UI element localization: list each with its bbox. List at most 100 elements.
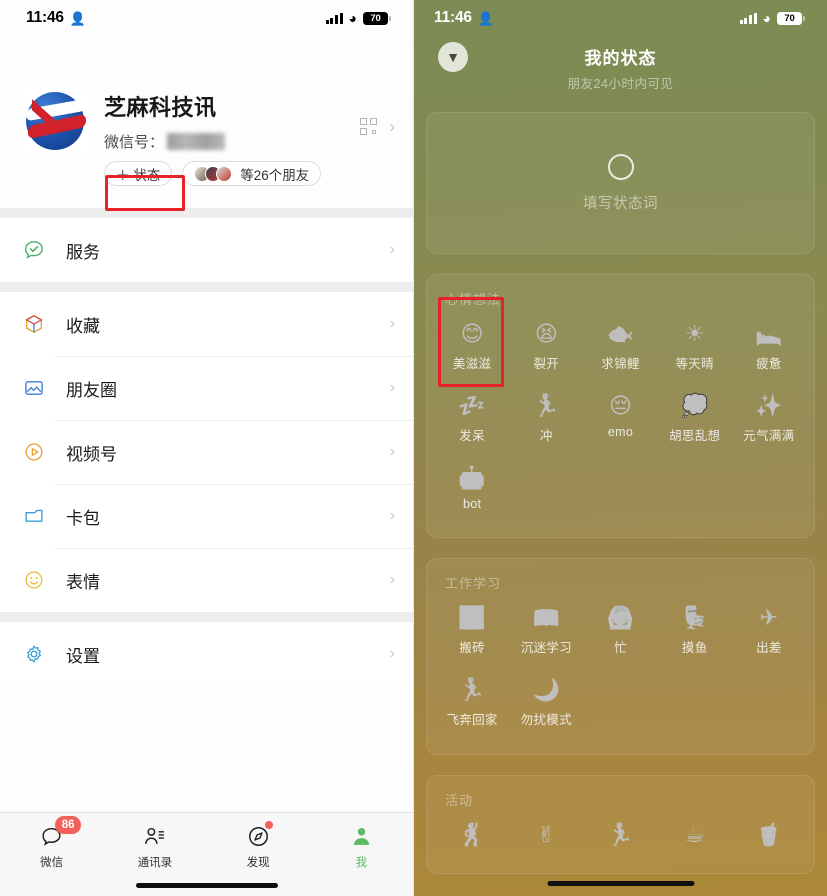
- section-mood: 心情想法 😊 美滋滋 😫 裂开 🐟 求锦鲤 ☀ 等天晴 🛌 疲惫 💤 发呆 🏃 …: [426, 274, 815, 538]
- status-option-label: 裂开: [533, 357, 560, 371]
- divider: [0, 612, 413, 622]
- me-person-icon: [349, 822, 374, 850]
- status-option-label: 疲惫: [756, 357, 782, 371]
- sidebar-item-label: 收藏: [66, 316, 100, 336]
- status-text-input[interactable]: 填写状态词: [426, 112, 815, 254]
- status-option-chenmixuexi[interactable]: 📖 沉迷学习: [509, 596, 583, 668]
- status-option-label: 飞奔回家: [446, 713, 498, 727]
- distressed-face-icon: 😫: [534, 321, 558, 346]
- brick-carrier-icon: 🧱: [458, 605, 486, 630]
- sidebar-item-services[interactable]: 服务 ›: [0, 218, 413, 282]
- sidebar-item-channels[interactable]: 视频号 ›: [0, 420, 413, 484]
- status-option-label: emo: [607, 425, 634, 439]
- status-option-emo[interactable]: 😔 emo: [583, 384, 657, 456]
- status-option-moyu[interactable]: 💺 摸鱼: [658, 596, 732, 668]
- status-option-chuchai[interactable]: ✈ 出差: [732, 596, 806, 668]
- status-option-mang[interactable]: 🙆 忙: [583, 596, 657, 668]
- menu-group-main: 收藏 › 朋友圈 › 视频号 › 卡包 › 表情 ›: [0, 292, 413, 612]
- profile-header[interactable]: 芝麻科技讯 微信号： p•••••shi ＋ 状态 等26个朋友: [0, 36, 413, 208]
- status-option-running[interactable]: 🏃: [583, 813, 657, 859]
- status-bar-time: 11:46: [26, 9, 64, 26]
- status-option-label: 搬砖: [459, 641, 485, 655]
- section-work: 工作学习 🧱 搬砖 📖 沉迷学习 🙆 忙 💺 摸鱼 ✈ 出差 🏃 飞奔回家 🌙 …: [426, 558, 815, 755]
- profile-wechat-id: 微信号： p•••••shi: [104, 131, 344, 152]
- profile-name: 芝麻科技讯: [104, 95, 217, 120]
- tab-contacts[interactable]: 通讯录: [103, 822, 206, 870]
- tab-me[interactable]: 我: [310, 822, 413, 870]
- menu-group-services: 服务 ›: [0, 218, 413, 282]
- person-icon: 👤: [477, 10, 494, 26]
- stickers-smiley-icon: [22, 568, 46, 592]
- sidebar-item-label: 设置: [66, 646, 100, 666]
- status-option-label: 等天晴: [675, 357, 714, 371]
- chevron-right-icon[interactable]: ›: [389, 118, 395, 135]
- home-indicator: [135, 883, 278, 888]
- sidebar-item-label: 卡包: [66, 508, 100, 528]
- activity-grid: 🕺 ✌ 🏃 ☕ 🧋: [427, 813, 814, 873]
- profile-right-actions: ›: [360, 88, 395, 135]
- status-option-fadai[interactable]: 💤 发呆: [435, 384, 509, 456]
- chevron-right-icon: ›: [389, 571, 395, 588]
- status-option-coffee[interactable]: ☕: [658, 813, 732, 859]
- sun-icon: ☀: [684, 321, 705, 346]
- status-option-label: 出差: [756, 641, 782, 655]
- status-option-wuraomoshi[interactable]: 🌙 勿扰模式: [509, 668, 583, 740]
- status-option-pibei[interactable]: 🛌 疲惫: [732, 312, 806, 384]
- chevron-down-icon[interactable]: ▼: [438, 42, 468, 72]
- status-option-label: 忙: [614, 641, 627, 655]
- thought-bubble-icon: 💭: [680, 393, 709, 418]
- status-option-bot[interactable]: 🤖 bot: [435, 456, 509, 523]
- tab-label: 通讯录: [137, 857, 173, 869]
- status-option-qiujinli[interactable]: 🐟 求锦鲤: [583, 312, 657, 384]
- chevron-right-icon: ›: [389, 443, 395, 460]
- battery-level-text: 70: [363, 11, 388, 25]
- status-option-husiluanxiang[interactable]: 💭 胡思乱想: [658, 384, 732, 456]
- chevron-right-icon: ›: [389, 315, 395, 332]
- chevron-right-icon: ›: [389, 645, 395, 662]
- wifi-icon: ◕: [762, 10, 771, 26]
- sidebar-item-settings[interactable]: 设置 ›: [0, 622, 413, 686]
- wifi-icon: ◕: [348, 10, 357, 26]
- sidebar-item-favorites[interactable]: 收藏 ›: [0, 292, 413, 356]
- status-bar-left-group: 11:46 👤: [26, 9, 86, 27]
- airplane-icon: ✈: [759, 605, 779, 630]
- notification-dot: [264, 821, 273, 829]
- studying-person-icon: 📖: [532, 605, 560, 630]
- cards-wallet-icon: [22, 504, 46, 528]
- status-option-dengtianqing[interactable]: ☀ 等天晴: [658, 312, 732, 384]
- status-option-label: 勿扰模式: [520, 713, 572, 727]
- tab-discover[interactable]: 发现: [207, 821, 310, 870]
- status-bar-left: 11:46 👤 ◕ 70: [0, 0, 413, 36]
- status-option-victory[interactable]: ✌: [509, 813, 583, 859]
- section-title: 工作学习: [445, 576, 502, 591]
- friends-status-chip[interactable]: 等26个朋友: [182, 161, 322, 186]
- status-option-liekai[interactable]: 😫 裂开: [509, 312, 583, 384]
- home-indicator: [547, 881, 694, 886]
- unread-badge: 86: [55, 816, 82, 834]
- sidebar-item-moments[interactable]: 朋友圈 ›: [0, 356, 413, 420]
- sidebar-item-stickers[interactable]: 表情 ›: [0, 548, 413, 612]
- zhima-logo-avatar[interactable]: [22, 88, 88, 154]
- status-bar-left-group: 11:46 👤: [434, 9, 494, 27]
- status-option-meizizi[interactable]: 😊 美滋滋: [435, 312, 509, 384]
- status-option-label: 沉迷学习: [520, 641, 572, 655]
- sidebar-item-cards[interactable]: 卡包 ›: [0, 484, 413, 548]
- add-status-button[interactable]: ＋ 状态: [104, 161, 173, 186]
- qr-code-icon[interactable]: [360, 118, 378, 135]
- tab-wechat[interactable]: 86 微信: [0, 816, 103, 870]
- status-option-yuanqimanman[interactable]: ✨ 元气满满: [732, 384, 806, 456]
- victory-hand-icon: ✌: [537, 822, 556, 847]
- status-option-chong[interactable]: 🏃 冲: [509, 384, 583, 456]
- status-option-feibenhuijia[interactable]: 🏃 飞奔回家: [435, 668, 509, 740]
- status-bar-right: 11:46 👤 ◕ 70: [414, 0, 827, 36]
- menu-group-settings: 设置 ›: [0, 622, 413, 686]
- divider: [0, 208, 413, 218]
- status-option-bubbletea[interactable]: 🧋: [732, 813, 806, 859]
- status-bar-right-group: ◕ 70: [739, 10, 805, 26]
- status-option-banzhuan[interactable]: 🧱 搬砖: [435, 596, 509, 668]
- smiley-icon: 😊: [460, 321, 484, 346]
- busy-person-icon: 🙆: [606, 605, 635, 630]
- services-check-bubble-icon: [22, 238, 46, 262]
- status-option-dancing[interactable]: 🕺: [435, 813, 509, 859]
- tab-label: 发现: [246, 857, 270, 869]
